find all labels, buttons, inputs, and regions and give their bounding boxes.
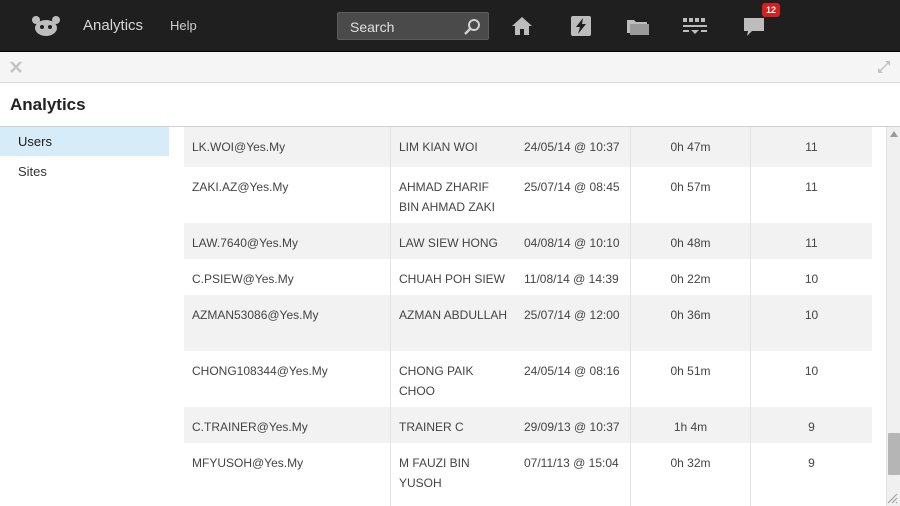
scrollbar-thumb[interactable] (888, 433, 900, 475)
dashboard-icon[interactable] (682, 13, 708, 39)
count-cell: 9 (750, 443, 872, 506)
flash-icon[interactable] (568, 13, 594, 39)
close-icon[interactable] (8, 59, 24, 75)
expand-icon[interactable] (876, 59, 892, 75)
top-navigation-bar: Analytics Help Search 12 (0, 0, 900, 52)
last-access-cell: 29/09/13 @ 10:37 (524, 420, 620, 434)
duration-cell: 0h 47m (630, 127, 750, 167)
duration-cell: 0h 22m (630, 259, 750, 295)
scroll-up-arrow-icon[interactable] (890, 131, 898, 137)
email-cell: C.TRAINER@Yes.My (192, 420, 308, 434)
count-cell: 9 (750, 407, 872, 443)
name-cell: AHMAD ZHARIF BIN AHMAD ZAKI (390, 167, 508, 223)
email-cell: ZAKI.AZ@Yes.My (192, 180, 289, 194)
sidebar: Users Sites (0, 127, 169, 506)
panel-toolbar (0, 52, 900, 83)
name-cell: LAW SIEW HONG (390, 223, 508, 259)
vertical-scrollbar[interactable] (886, 127, 900, 506)
folder-icon[interactable] (625, 13, 651, 39)
count-cell: 10 (750, 295, 872, 351)
table-row[interactable]: CHONG108344@Yes.My CHONG PAIK CHOO 24/05… (184, 351, 872, 407)
last-access-cell: 04/08/14 @ 10:10 (524, 236, 620, 250)
last-access-cell: 07/11/13 @ 15:04 (524, 456, 619, 470)
notification-badge[interactable]: 12 (762, 3, 780, 17)
table-row[interactable]: C.PSIEW@Yes.My CHUAH POH SIEW 11/08/14 @… (184, 259, 872, 295)
search-icon[interactable] (462, 17, 482, 37)
table-row[interactable]: AZMAN53086@Yes.My AZMAN ABDULLAH 25/07/1… (184, 295, 872, 351)
resize-grip-icon[interactable] (886, 492, 898, 504)
page-title: Analytics (10, 95, 86, 114)
email-cell: C.PSIEW@Yes.My (192, 272, 294, 286)
app-logo-icon[interactable] (30, 14, 62, 38)
nav-help-link[interactable]: Help (170, 18, 197, 33)
users-table: LK.WOI@Yes.My LIM KIAN WOI 24/05/14 @ 10… (184, 127, 872, 506)
duration-cell: 0h 57m (630, 167, 750, 223)
email-cell: LK.WOI@Yes.My (192, 140, 286, 154)
duration-cell: 0h 48m (630, 223, 750, 259)
email-cell: LAW.7640@Yes.My (192, 236, 299, 250)
email-cell: MFYUSOH@Yes.My (192, 456, 304, 470)
name-cell: LIM KIAN WOI (390, 127, 508, 167)
chat-icon[interactable] (741, 13, 767, 39)
table-row[interactable]: LAW.7640@Yes.My LAW SIEW HONG 04/08/14 @… (184, 223, 872, 259)
duration-cell: 1h 4m (630, 407, 750, 443)
email-cell: CHONG108344@Yes.My (192, 364, 328, 378)
count-cell: 11 (750, 167, 872, 223)
last-access-cell: 25/07/14 @ 08:45 (524, 180, 620, 194)
table-row[interactable]: MFYUSOH@Yes.My M FAUZI BIN YUSOH 07/11/1… (184, 443, 872, 506)
name-cell: AZMAN ABDULLAH (390, 295, 508, 351)
table-row[interactable]: LK.WOI@Yes.My LIM KIAN WOI 24/05/14 @ 10… (184, 127, 872, 167)
count-cell: 11 (750, 127, 872, 167)
count-cell: 10 (750, 351, 872, 407)
duration-cell: 0h 32m (630, 443, 750, 506)
count-cell: 10 (750, 259, 872, 295)
email-cell: AZMAN53086@Yes.My (192, 308, 319, 322)
last-access-cell: 25/07/14 @ 12:00 (524, 308, 620, 322)
last-access-cell: 11/08/14 @ 14:39 (524, 272, 619, 286)
duration-cell: 0h 51m (630, 351, 750, 407)
duration-cell: 0h 36m (630, 295, 750, 351)
nav-analytics-link[interactable]: Analytics (83, 17, 143, 34)
last-access-cell: 24/05/14 @ 08:16 (524, 364, 620, 378)
count-cell: 11 (750, 223, 872, 259)
last-access-cell: 24/05/14 @ 10:37 (524, 140, 620, 154)
search-input[interactable]: Search (337, 12, 489, 40)
sidebar-item-sites[interactable]: Sites (0, 157, 169, 186)
name-cell: M FAUZI BIN YUSOH (390, 443, 508, 506)
name-cell: CHUAH POH SIEW (390, 259, 508, 295)
home-icon[interactable] (509, 13, 535, 39)
name-cell: TRAINER C (390, 407, 508, 443)
table-row[interactable]: C.TRAINER@Yes.My TRAINER C 29/09/13 @ 10… (184, 407, 872, 443)
sidebar-item-users[interactable]: Users (0, 127, 169, 156)
name-cell: CHONG PAIK CHOO (390, 351, 508, 407)
table-row[interactable]: ZAKI.AZ@Yes.My AHMAD ZHARIF BIN AHMAD ZA… (184, 167, 872, 223)
search-placeholder: Search (350, 19, 395, 35)
